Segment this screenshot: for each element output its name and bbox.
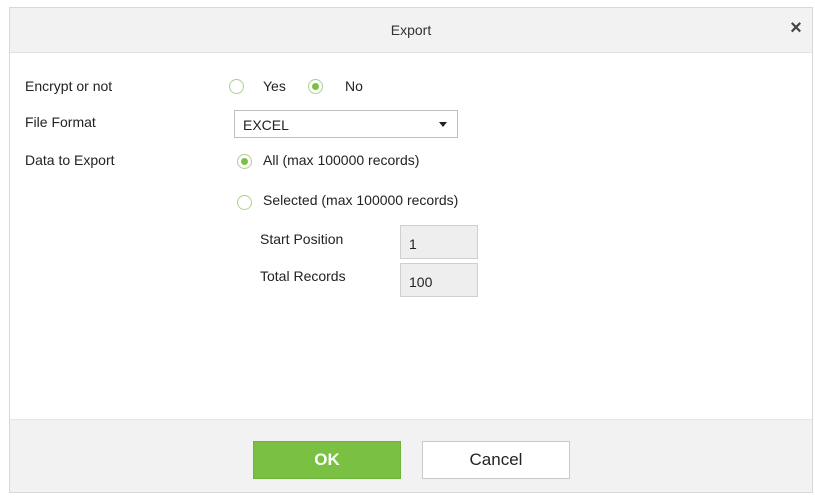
export-selected-label: Selected (max 100000 records) — [263, 192, 459, 208]
encrypt-yes-radio[interactable] — [229, 79, 244, 94]
dialog-titlebar: Export × — [10, 8, 812, 53]
file-format-value: EXCEL — [243, 117, 289, 133]
ok-button[interactable]: OK — [253, 441, 401, 479]
start-position-input[interactable]: 1 — [400, 225, 478, 259]
cancel-button[interactable]: Cancel — [422, 441, 570, 479]
start-position-label: Start Position — [260, 231, 344, 247]
dialog-footer — [10, 419, 812, 492]
chevron-down-icon — [439, 122, 447, 127]
export-all-label: All (max 100000 records) — [263, 152, 420, 168]
encrypt-no-radio[interactable] — [308, 79, 323, 94]
data-to-export-label: Data to Export — [25, 152, 115, 168]
file-format-label: File Format — [25, 114, 96, 130]
export-selected-radio[interactable] — [237, 195, 252, 210]
export-dialog: Export × Encrypt or not Yes No File Form… — [9, 7, 813, 493]
close-icon[interactable]: × — [786, 18, 806, 38]
file-format-select[interactable]: EXCEL — [234, 110, 458, 138]
dialog-title: Export — [390, 22, 432, 38]
encrypt-no-label: No — [345, 78, 363, 94]
start-position-value: 1 — [409, 236, 417, 252]
export-all-radio[interactable] — [237, 154, 252, 169]
encrypt-label: Encrypt or not — [25, 78, 113, 94]
total-records-input[interactable]: 100 — [400, 263, 478, 297]
encrypt-yes-label: Yes — [263, 78, 286, 94]
total-records-label: Total Records — [260, 268, 346, 284]
total-records-value: 100 — [409, 274, 433, 290]
